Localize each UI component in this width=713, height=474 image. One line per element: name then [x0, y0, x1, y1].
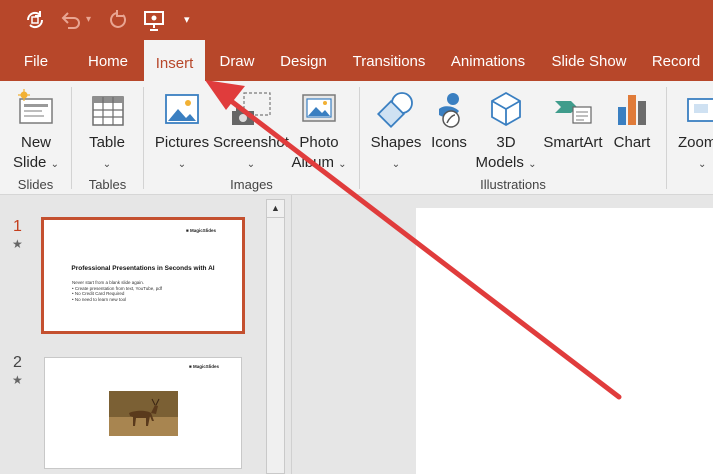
tab-animations[interactable]: Animations: [444, 40, 532, 81]
tab-insert[interactable]: Insert: [144, 40, 205, 81]
divider: [143, 87, 144, 189]
3d-models-button[interactable]: 3D Models ⌄: [474, 89, 538, 175]
thumbnails-scrollbar[interactable]: ▲: [266, 199, 285, 474]
tab-file[interactable]: File: [14, 40, 58, 81]
chevron-down-icon: ⌄: [50, 159, 59, 170]
scroll-up-icon[interactable]: ▲: [267, 200, 284, 218]
smartart-label: SmartArt: [543, 134, 603, 151]
shapes-icon: [376, 89, 416, 129]
screenshot-button[interactable]: Screenshot ⌄: [212, 89, 290, 175]
slide-thumbnails-pane: 1 ★ ■ MagicSlides Professional Presentat…: [0, 195, 290, 474]
pictures-icon: [162, 89, 202, 129]
slide-body: Never start from a blank slide again. • …: [72, 280, 162, 302]
screenshot-icon: [230, 89, 272, 129]
chevron-down-icon: ⌄: [177, 159, 187, 170]
smartart-button[interactable]: SmartArt: [542, 89, 604, 153]
table-icon: [87, 89, 127, 129]
slide-number: 2: [13, 354, 22, 371]
star-icon: ★: [12, 237, 23, 251]
icons-icon: [429, 89, 469, 129]
tab-home[interactable]: Home: [80, 40, 136, 81]
deer-photo: [109, 391, 178, 436]
zoom-label: Zoom: [678, 134, 713, 151]
group-label-slides: Slides: [17, 177, 54, 192]
undo-icon[interactable]: [60, 10, 82, 35]
chart-label: Chart: [613, 134, 651, 151]
shapes-button[interactable]: Shapes ⌄: [368, 89, 424, 175]
chevron-down-icon: ⌄: [338, 159, 347, 170]
smartart-icon: [553, 89, 593, 129]
undo-dropdown-icon[interactable]: ▾: [86, 10, 91, 30]
cube-icon: [486, 89, 526, 129]
icons-button[interactable]: Icons: [426, 89, 472, 153]
3d-models-label-line2: Models: [475, 154, 524, 171]
table-label: Table: [89, 134, 125, 151]
customize-icon[interactable]: ▾: [184, 10, 190, 30]
divider: [359, 87, 360, 189]
shapes-label: Shapes: [370, 134, 422, 151]
3d-models-label-line1: 3D: [496, 134, 516, 151]
chevron-down-icon: ⌄: [102, 159, 112, 170]
chart-button[interactable]: Chart: [610, 89, 654, 153]
photo-album-label-line2: Album: [291, 154, 334, 171]
chevron-down-icon: ⌄: [528, 159, 537, 170]
screenshot-label: Screenshot: [213, 134, 289, 151]
tab-record[interactable]: Record: [646, 40, 706, 81]
slide-thumbnail-1[interactable]: ■ MagicSlides Professional Presentations…: [41, 217, 245, 334]
new-slide-icon: [16, 89, 56, 129]
ribbon: New Slide ⌄ Table ⌄ Pictures ⌄ Screensho…: [0, 81, 713, 195]
zoom-button[interactable]: Zoom ⌄: [678, 89, 713, 175]
slide-brand: ■ MagicSlides: [186, 228, 216, 233]
slide-brand: ■ MagicSlides: [189, 364, 219, 369]
chart-icon: [612, 89, 652, 129]
pictures-label: Pictures: [154, 134, 210, 151]
redo-icon[interactable]: [108, 10, 128, 35]
photo-album-label-line1: Photo: [299, 134, 339, 151]
slide-title: Professional Presentations in Seconds wi…: [71, 265, 215, 272]
new-slide-label-line2: Slide: [13, 154, 47, 171]
chevron-down-icon: ⌄: [391, 159, 401, 170]
group-label-tables: Tables: [88, 177, 127, 192]
divider: [71, 87, 72, 189]
quick-access-toolbar: ▾ ▾: [0, 0, 713, 40]
slide-thumbnail-2[interactable]: ■ MagicSlides: [44, 357, 242, 469]
table-button[interactable]: Table ⌄: [84, 89, 130, 175]
tab-transitions[interactable]: Transitions: [348, 40, 430, 81]
present-icon[interactable]: [143, 10, 165, 37]
group-label-images: Images: [230, 177, 273, 192]
pictures-button[interactable]: Pictures ⌄: [154, 89, 210, 175]
new-slide-button[interactable]: New Slide ⌄: [8, 89, 64, 175]
slide-canvas[interactable]: [416, 208, 713, 474]
photo-album-icon: [299, 89, 339, 129]
tab-slide-show[interactable]: Slide Show: [546, 40, 632, 81]
photo-album-button[interactable]: Photo Album ⌄: [288, 89, 350, 175]
chevron-down-icon: ⌄: [246, 159, 256, 170]
chevron-down-icon: ⌄: [698, 159, 707, 170]
group-label-illustrations: Illustrations: [480, 177, 546, 192]
slide-number: 1: [13, 218, 22, 235]
zoom-icon: [682, 89, 713, 129]
new-slide-label-line1: New: [20, 134, 51, 151]
icons-label: Icons: [431, 134, 467, 151]
ribbon-tabs: File Home Insert Draw Design Transitions…: [0, 40, 713, 81]
tab-draw[interactable]: Draw: [212, 40, 262, 81]
tab-design[interactable]: Design: [272, 40, 335, 81]
star-icon: ★: [12, 373, 23, 387]
divider: [666, 87, 667, 189]
autosave-icon[interactable]: [24, 10, 46, 35]
